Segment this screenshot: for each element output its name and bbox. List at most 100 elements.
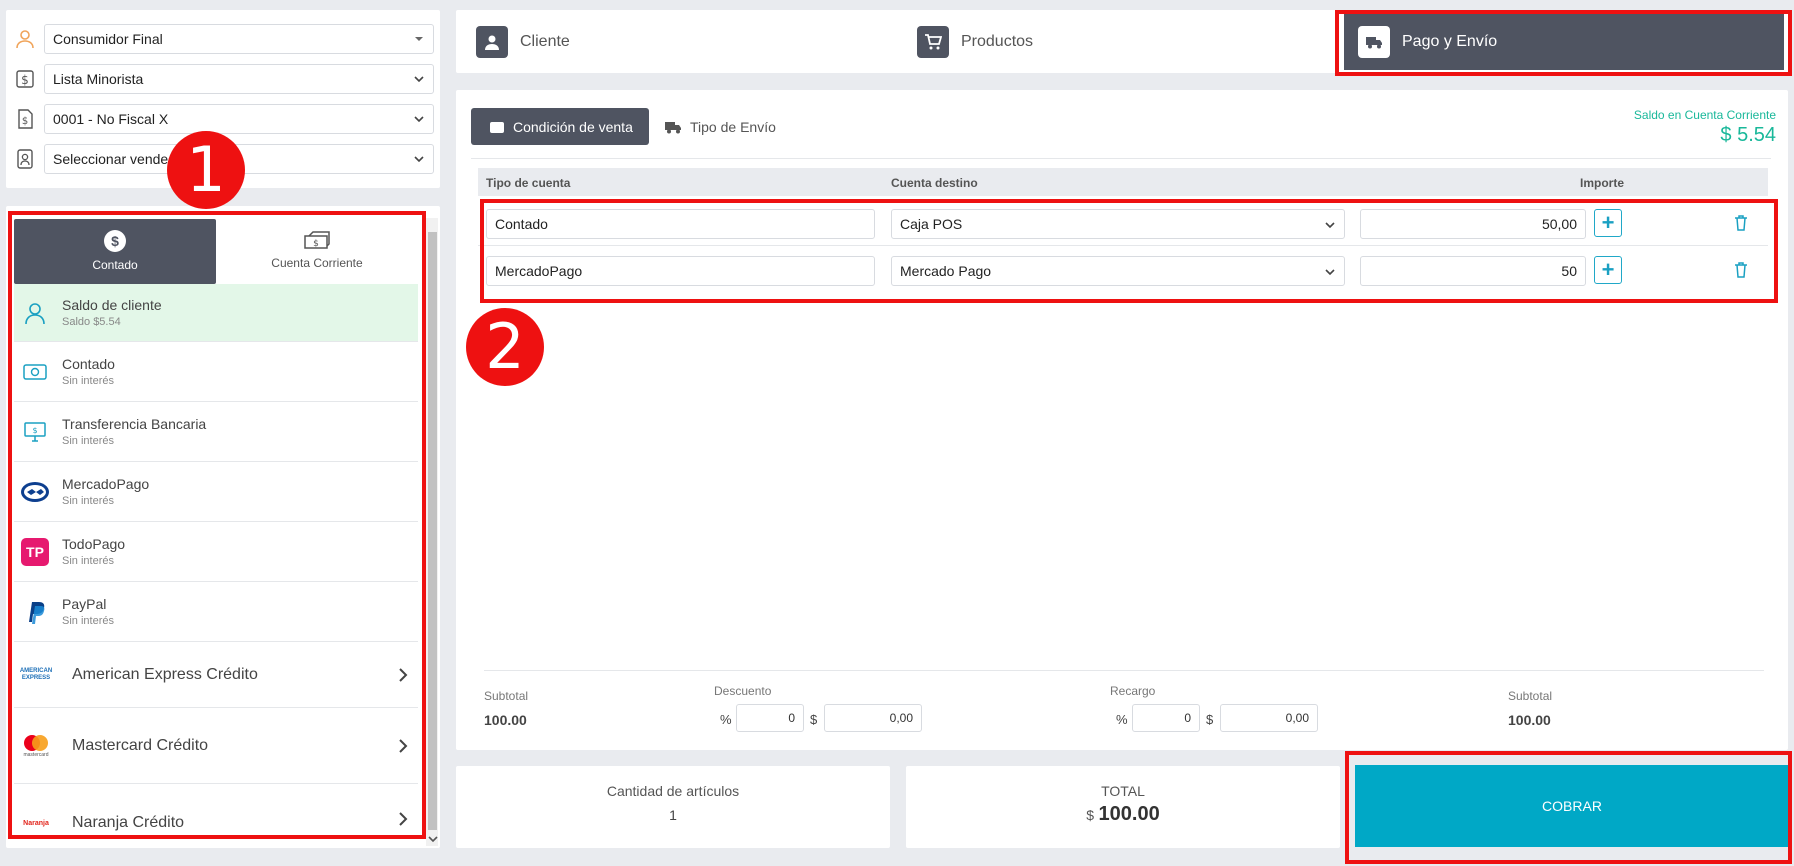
amount-value: 50 (1561, 263, 1577, 279)
method-name: Mastercard Crédito (72, 736, 209, 754)
tab-contado[interactable]: $ Contado (14, 219, 216, 284)
dollar-icon: $ (14, 68, 36, 90)
tab-cliente-label: Cliente (520, 32, 570, 50)
tab-pago-envio-label: Pago y Envío (1402, 32, 1498, 50)
destination-select[interactable]: Caja POS (891, 209, 1345, 239)
balance-value: $ 5.54 (1720, 124, 1776, 146)
tab-productos[interactable]: Productos (917, 10, 1033, 73)
payment-method-todopago[interactable]: TP TodoPago Sin interés (14, 522, 418, 582)
card-method-naranja[interactable]: Naranja Naranja Crédito (14, 784, 418, 844)
wallet-icon (490, 121, 504, 133)
mastercard-logo-icon: mastercard (20, 731, 52, 761)
subtab-condicion-venta-label: Condición de venta (513, 118, 633, 135)
add-amount-button[interactable]: + (1594, 256, 1622, 284)
cash-icon (20, 357, 50, 387)
chevron-down-icon (1325, 269, 1335, 276)
user-icon (14, 28, 36, 50)
naranja-logo-icon: Naranja (20, 808, 52, 838)
amount-input[interactable]: 50,00 (1360, 209, 1586, 239)
items-count-value: 1 (669, 807, 677, 823)
chevron-down-icon (414, 156, 424, 163)
chevron-right-icon (399, 812, 408, 826)
tab-contado-label: Contado (92, 258, 138, 272)
svg-text:$: $ (32, 426, 37, 435)
method-name: Contado (62, 356, 115, 372)
card-method-amex[interactable]: AMERICAN EXPRESS American Express Crédit… (14, 642, 418, 708)
price-list-row: $ Lista Minorista (14, 64, 434, 94)
customer-select[interactable]: Consumidor Final (44, 24, 434, 54)
add-amount-button[interactable]: + (1594, 209, 1622, 237)
naranja-logo-text: Naranja (23, 819, 49, 827)
total-amount: $ 100.00 (906, 803, 1340, 826)
method-sub: Sin interés (62, 435, 114, 447)
method-sub: Sin interés (62, 375, 114, 387)
payment-method-mercadopago[interactable]: MercadoPago Sin interés (14, 462, 418, 522)
discount-currency-symbol: $ (810, 712, 818, 727)
discount-pct-symbol: % (720, 712, 732, 727)
trash-icon[interactable] (1734, 262, 1748, 278)
payment-method-transferencia[interactable]: $ Transferencia Bancaria Sin interés (14, 402, 418, 462)
cart-icon (917, 25, 949, 58)
mastercard-logo-text: mastercard (23, 751, 49, 758)
tab-cliente[interactable]: Cliente (476, 10, 570, 73)
invoice-icon: $ (14, 108, 36, 130)
destination-select[interactable]: Mercado Pago (891, 256, 1345, 286)
discount-amount-input[interactable]: 0,00 (824, 704, 922, 732)
svg-text:$: $ (313, 239, 319, 249)
scroll-down-arrow-icon[interactable] (428, 834, 438, 844)
surcharge-label: Recargo (1110, 684, 1156, 698)
tab-pago-envio[interactable]: Pago y Envío (1344, 13, 1784, 70)
scrollbar-thumb[interactable] (428, 232, 437, 830)
customer-select-value: Consumidor Final (53, 31, 163, 47)
method-name: Transferencia Bancaria (62, 416, 207, 432)
method-name: MercadoPago (62, 476, 150, 492)
surcharge-pct-symbol: % (1116, 712, 1128, 727)
price-list-select[interactable]: Lista Minorista (44, 64, 434, 94)
trash-icon[interactable] (1734, 215, 1748, 231)
account-type-value: MercadoPago (495, 263, 583, 279)
amount-input[interactable]: 50 (1360, 256, 1586, 286)
table-header (478, 168, 1768, 196)
balance-label: Saldo en Cuenta Corriente (1633, 108, 1776, 122)
subtab-condicion-venta[interactable]: Condición de venta (471, 108, 649, 145)
account-type-input[interactable]: Contado (486, 209, 875, 239)
discount-amount-value: 0,00 (889, 711, 913, 725)
destination-value: Mercado Pago (900, 263, 992, 279)
tab-productos-label: Productos (961, 32, 1034, 50)
row-divider (478, 245, 1768, 246)
cobrar-button-label: COBRAR (1542, 798, 1602, 814)
svg-text:$: $ (21, 73, 29, 87)
point-of-sale-select[interactable]: 0001 - No Fiscal X (44, 104, 434, 134)
discount-percent-input[interactable]: 0 (736, 704, 804, 732)
method-sub: Sin interés (62, 615, 114, 627)
id-badge-icon (14, 148, 36, 170)
account-type-input[interactable]: MercadoPago (486, 256, 875, 286)
todopago-logo-icon: TP (20, 537, 50, 567)
method-sub: Saldo $5.54 (62, 316, 121, 328)
annotation-badge-two: 2 (466, 308, 544, 386)
chevron-right-icon (399, 739, 408, 753)
header-destination: Cuenta destino (891, 176, 978, 190)
customer-row: Consumidor Final (14, 24, 434, 54)
surcharge-currency-symbol: $ (1206, 712, 1214, 727)
subtab-tipo-envio[interactable]: Tipo de Envío (664, 108, 776, 145)
total-label: TOTAL (1101, 783, 1145, 799)
items-count-card: Cantidad de artículos 1 (456, 766, 890, 848)
chevron-right-icon (399, 668, 408, 682)
cobrar-button[interactable]: COBRAR (1355, 765, 1789, 847)
surcharge-percent-input[interactable]: 0 (1132, 704, 1200, 732)
totals-divider (484, 670, 1764, 671)
surcharge-amount-input[interactable]: 0,00 (1220, 704, 1318, 732)
subtab-tipo-envio-label: Tipo de Envío (690, 118, 776, 135)
svg-text:$: $ (22, 116, 28, 127)
card-method-mastercard[interactable]: mastercard Mastercard Crédito (14, 708, 418, 784)
payment-method-saldo[interactable]: Saldo de cliente Saldo $5.54 (14, 284, 418, 342)
money-bill-icon: $ (304, 231, 330, 249)
payment-method-contado[interactable]: Contado Sin interés (14, 342, 418, 402)
payment-method-paypal[interactable]: PayPal Sin interés (14, 582, 418, 642)
truck-icon (1358, 25, 1390, 58)
total-value: 100.00 (1098, 803, 1160, 825)
tab-cuenta-corriente[interactable]: $ Cuenta Corriente (216, 219, 418, 284)
monitor-transfer-icon: $ (20, 417, 50, 447)
discount-percent-value: 0 (788, 711, 795, 725)
